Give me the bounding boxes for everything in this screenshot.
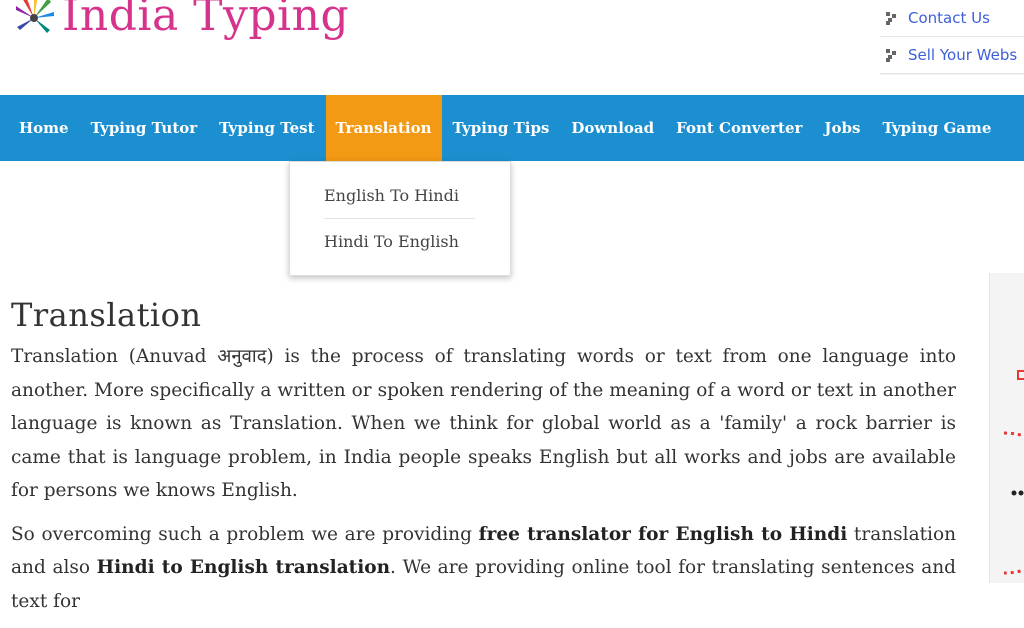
site-header: India Typing Contact Us Sell Your Webs bbox=[0, 0, 1024, 95]
intro-paragraph: Translation (Anuvad अनुवाद) is the proce… bbox=[11, 346, 956, 501]
nav-typing-game[interactable]: Typing Game bbox=[871, 95, 1002, 161]
second-paragraph: So overcoming such a problem we are prov… bbox=[11, 518, 956, 619]
para2-bold-english-hindi: free translator for English to Hindi bbox=[478, 523, 848, 545]
sidebar-widget bbox=[989, 273, 1024, 583]
dropdown-english-to-hindi[interactable]: English To Hindi bbox=[324, 186, 474, 205]
nav-typing-tips[interactable]: Typing Tips bbox=[442, 95, 561, 161]
dropdown-divider bbox=[324, 218, 475, 219]
nav-typing-test[interactable]: Typing Test bbox=[208, 95, 325, 161]
nav-font-converter[interactable]: Font Converter bbox=[665, 95, 813, 161]
para2-text-a: So overcoming such a problem we are prov… bbox=[11, 523, 479, 545]
bullet-icon bbox=[886, 12, 898, 25]
page-title: Translation bbox=[11, 296, 202, 334]
hands-logo-icon bbox=[10, 0, 58, 40]
sell-website-link[interactable]: Sell Your Webs bbox=[880, 37, 1024, 74]
logo-text: India Typing bbox=[62, 0, 350, 41]
sell-website-label: Sell Your Webs bbox=[908, 46, 1018, 64]
nav-home[interactable]: Home bbox=[0, 95, 80, 161]
top-links: Contact Us Sell Your Webs bbox=[880, 0, 1024, 74]
site-logo[interactable]: India Typing bbox=[10, 0, 349, 40]
nav-jobs[interactable]: Jobs bbox=[813, 95, 871, 161]
main-content: Translation Translation (Anuvad अनुवाद) … bbox=[11, 290, 956, 628]
sidebar-graphic-icon bbox=[1003, 370, 1024, 575]
translation-dropdown: English To Hindi Hindi To English bbox=[289, 161, 511, 276]
nav-translation[interactable]: Translation bbox=[325, 95, 442, 161]
bullet-icon bbox=[886, 49, 898, 62]
para2-bold-hindi-english: Hindi to English translation bbox=[96, 557, 391, 578]
contact-us-label: Contact Us bbox=[908, 9, 990, 27]
nav-download[interactable]: Download bbox=[560, 95, 665, 161]
nav-typing-tutor[interactable]: Typing Tutor bbox=[80, 95, 209, 161]
dropdown-hindi-to-english[interactable]: Hindi To English bbox=[324, 232, 474, 251]
contact-us-link[interactable]: Contact Us bbox=[880, 0, 1024, 37]
main-nav: Home Typing Tutor Typing Test Translatio… bbox=[0, 95, 1024, 161]
